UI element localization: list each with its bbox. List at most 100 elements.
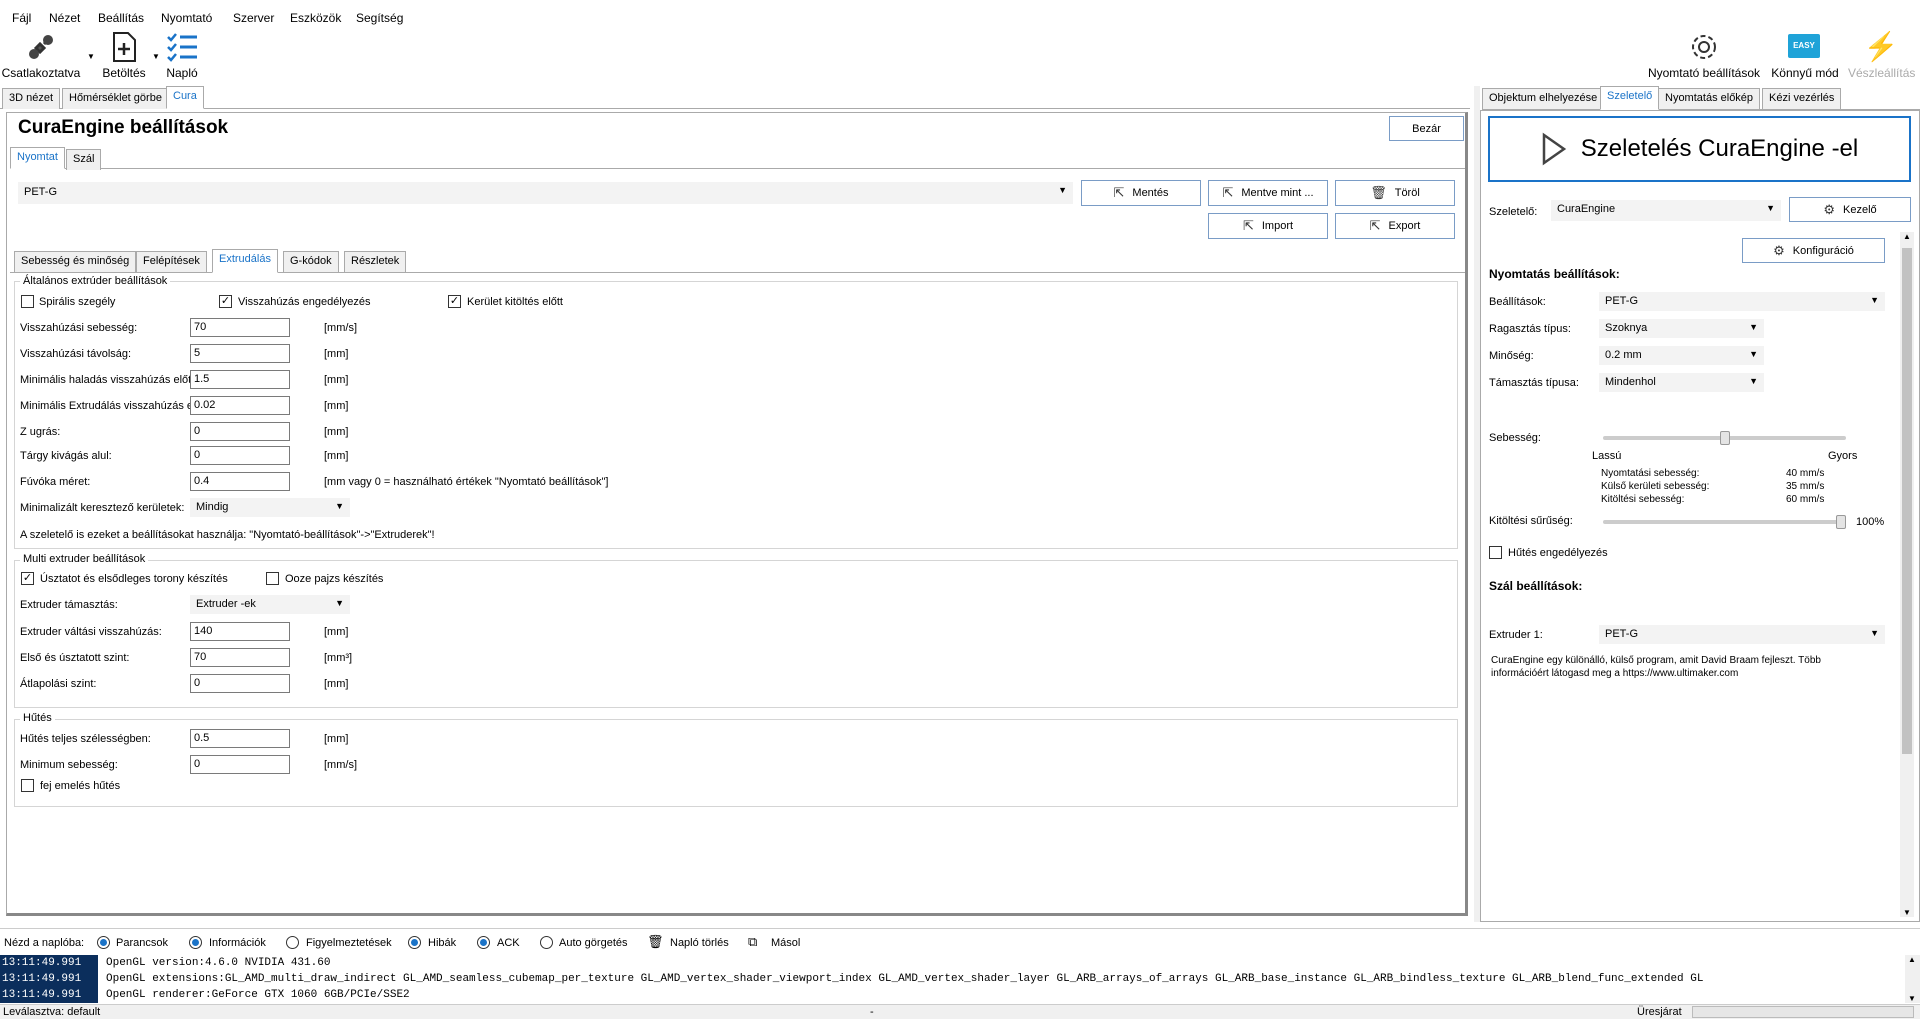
connect-dropdown-icon[interactable]: ▼	[87, 52, 95, 61]
min-extrusion-input[interactable]: 0.02	[190, 396, 290, 415]
retract-speed-input[interactable]: 70	[190, 318, 290, 337]
retract-distance-input[interactable]: 5	[190, 344, 290, 363]
menu-server[interactable]: Szerver	[233, 11, 274, 25]
easy-mode-button[interactable]: EASY Könnyű mód	[1768, 28, 1842, 82]
profile-select[interactable]: PET-G ▼	[18, 182, 1073, 204]
cool-full-width-unit: [mm]	[324, 733, 349, 745]
adhesion-value: Szoknya	[1605, 322, 1648, 334]
tab-3d-view[interactable]: 3D nézet	[2, 88, 61, 109]
chevron-down-icon[interactable]: ▼	[1908, 994, 1916, 1003]
extruder1-select[interactable]: PET-G ▼	[1599, 625, 1885, 644]
trash-icon[interactable]: 🗑	[647, 934, 664, 950]
log-button[interactable]: Napló	[160, 28, 204, 82]
infill-density-value: 100%	[1856, 516, 1885, 528]
left-tab-line	[0, 108, 1470, 109]
tab-temperature-curve[interactable]: Hőmérséklet görbe	[62, 88, 169, 109]
tab-filament[interactable]: Szál	[66, 149, 102, 170]
status-idle: Üresjárat	[1637, 1006, 1682, 1018]
right-scrollbar[interactable]: ▲ ▼	[1900, 232, 1914, 917]
tab-structures[interactable]: Felépítések	[136, 251, 207, 272]
switch-retract-input[interactable]: 140	[190, 622, 290, 641]
log-scrollbar[interactable]: ▲ ▼	[1905, 955, 1920, 1003]
menu-help[interactable]: Segítség	[356, 11, 403, 25]
save-as-button[interactable]: ⇱ Mentve mint ...	[1208, 180, 1328, 206]
ooze-shield-checkbox[interactable]	[266, 572, 279, 585]
menu-view[interactable]: Nézet	[49, 11, 80, 25]
tab-manual-control[interactable]: Kézi vezérlés	[1762, 88, 1842, 109]
tab-details[interactable]: Részletek	[344, 251, 407, 272]
cool-full-width-input[interactable]: 0.5	[190, 729, 290, 748]
extruder-support-select[interactable]: Extruder -ek ▼	[190, 595, 350, 614]
wipe-tower-checkbox[interactable]: ✓	[21, 572, 34, 585]
chevron-up-icon[interactable]: ▲	[1908, 955, 1916, 964]
min-travel-input[interactable]: 1.5	[190, 370, 290, 389]
support-type-select[interactable]: Mindenhol ▼	[1599, 373, 1764, 392]
emergency-stop-button[interactable]: ⚡ Vészleállítás	[1848, 28, 1915, 82]
warnings-label: Figyelmeztetések	[306, 937, 392, 949]
retract-enable-checkbox[interactable]: ✓	[219, 295, 232, 308]
quality-select[interactable]: 0.2 mm ▼	[1599, 346, 1764, 365]
clear-log-label[interactable]: Napló törlés	[670, 937, 729, 949]
support-type-value: Mindenhol	[1605, 376, 1656, 388]
first-layer-input[interactable]: 70	[190, 648, 290, 667]
copy-icon[interactable]: ⧉	[748, 934, 757, 950]
cooling-enable-checkbox[interactable]	[1489, 546, 1502, 559]
load-button[interactable]: Betöltés	[98, 28, 150, 82]
scrollbar-thumb[interactable]	[1902, 248, 1912, 754]
delete-button[interactable]: 🗑 Töröl	[1335, 180, 1455, 206]
load-dropdown-icon[interactable]: ▼	[152, 52, 160, 61]
min-speed-input[interactable]: 0	[190, 755, 290, 774]
log-message: OpenGL extensions:GL_AMD_multi_draw_indi…	[106, 973, 1704, 985]
speed-slider-thumb[interactable]	[1719, 431, 1730, 445]
infill-slider[interactable]	[1603, 520, 1846, 524]
cut-bottom-input[interactable]: 0	[190, 446, 290, 465]
config-button[interactable]: ⚙ Konfiguráció	[1742, 238, 1885, 263]
menu-printer[interactable]: Nyomtató	[161, 11, 212, 25]
copy-label[interactable]: Másol	[771, 937, 800, 949]
nozzle-size-input[interactable]: 0.4	[190, 472, 290, 491]
tab-object-placement[interactable]: Objektum elhelyezése	[1482, 88, 1605, 109]
autoscroll-toggle[interactable]	[540, 936, 553, 949]
printer-settings-button[interactable]: Nyomtató beállítások	[1646, 28, 1762, 82]
slice-button[interactable]: Szeletelés CuraEngine -el	[1488, 116, 1911, 182]
perimeter-before-checkbox[interactable]: ✓	[448, 295, 461, 308]
overlap-input[interactable]: 0	[190, 674, 290, 693]
ack-toggle[interactable]	[477, 936, 490, 949]
manage-button[interactable]: ⚙ Kezelő	[1789, 197, 1911, 222]
export-button[interactable]: ⇱ Export	[1335, 213, 1455, 239]
log-output[interactable]: 13:11:49.991 OpenGL version:4.6.0 NVIDIA …	[0, 955, 1905, 1003]
tab-print[interactable]: Nyomtat	[10, 147, 65, 169]
tab-cura[interactable]: Cura	[166, 86, 204, 109]
tab-print-preview[interactable]: Nyomtatás előkép	[1658, 88, 1761, 109]
menu-file[interactable]: Fájl	[12, 11, 31, 25]
tab-extrusion[interactable]: Extrudálás	[212, 249, 278, 273]
save-button[interactable]: ⇱ Mentés	[1081, 180, 1201, 206]
settings-select[interactable]: PET-G ▼	[1599, 292, 1885, 311]
connect-button[interactable]: Csatlakoztatva	[0, 28, 82, 82]
log-row: 13:11:49.991 OpenGL extensions:GL_AMD_mul…	[0, 971, 1905, 987]
chevron-up-icon[interactable]: ▲	[1903, 232, 1911, 241]
head-lift-checkbox[interactable]	[21, 779, 34, 792]
info-toggle[interactable]	[189, 936, 202, 949]
tab-gcodes[interactable]: G-kódok	[283, 251, 339, 272]
support-type-label: Támasztás típusa:	[1489, 377, 1579, 389]
import-button[interactable]: ⇱ Import	[1208, 213, 1328, 239]
overlap-label: Átlapolási szint:	[20, 678, 97, 690]
errors-toggle[interactable]	[408, 936, 421, 949]
slicer-select[interactable]: CuraEngine ▼	[1551, 200, 1781, 221]
z-hop-input[interactable]: 0	[190, 422, 290, 441]
menu-settings[interactable]: Beállítás	[98, 11, 144, 25]
spiral-checkbox[interactable]	[21, 295, 34, 308]
multi-group-title: Multi extruder beállítások	[20, 553, 149, 565]
minimize-crossing-select[interactable]: Mindig ▼	[190, 498, 350, 517]
menu-tools[interactable]: Eszközök	[290, 11, 341, 25]
adhesion-select[interactable]: Szoknya ▼	[1599, 319, 1764, 338]
chevron-down-icon[interactable]: ▼	[1903, 908, 1911, 917]
close-button[interactable]: Bezár	[1389, 116, 1464, 141]
commands-toggle[interactable]	[97, 936, 110, 949]
tab-slicer[interactable]: Szeletelő	[1600, 86, 1660, 110]
tab-speed-quality[interactable]: Sebesség és minőség	[14, 251, 137, 272]
autoscroll-label: Auto görgetés	[559, 937, 628, 949]
warnings-toggle[interactable]	[286, 936, 299, 949]
infill-slider-thumb[interactable]	[1836, 515, 1846, 529]
